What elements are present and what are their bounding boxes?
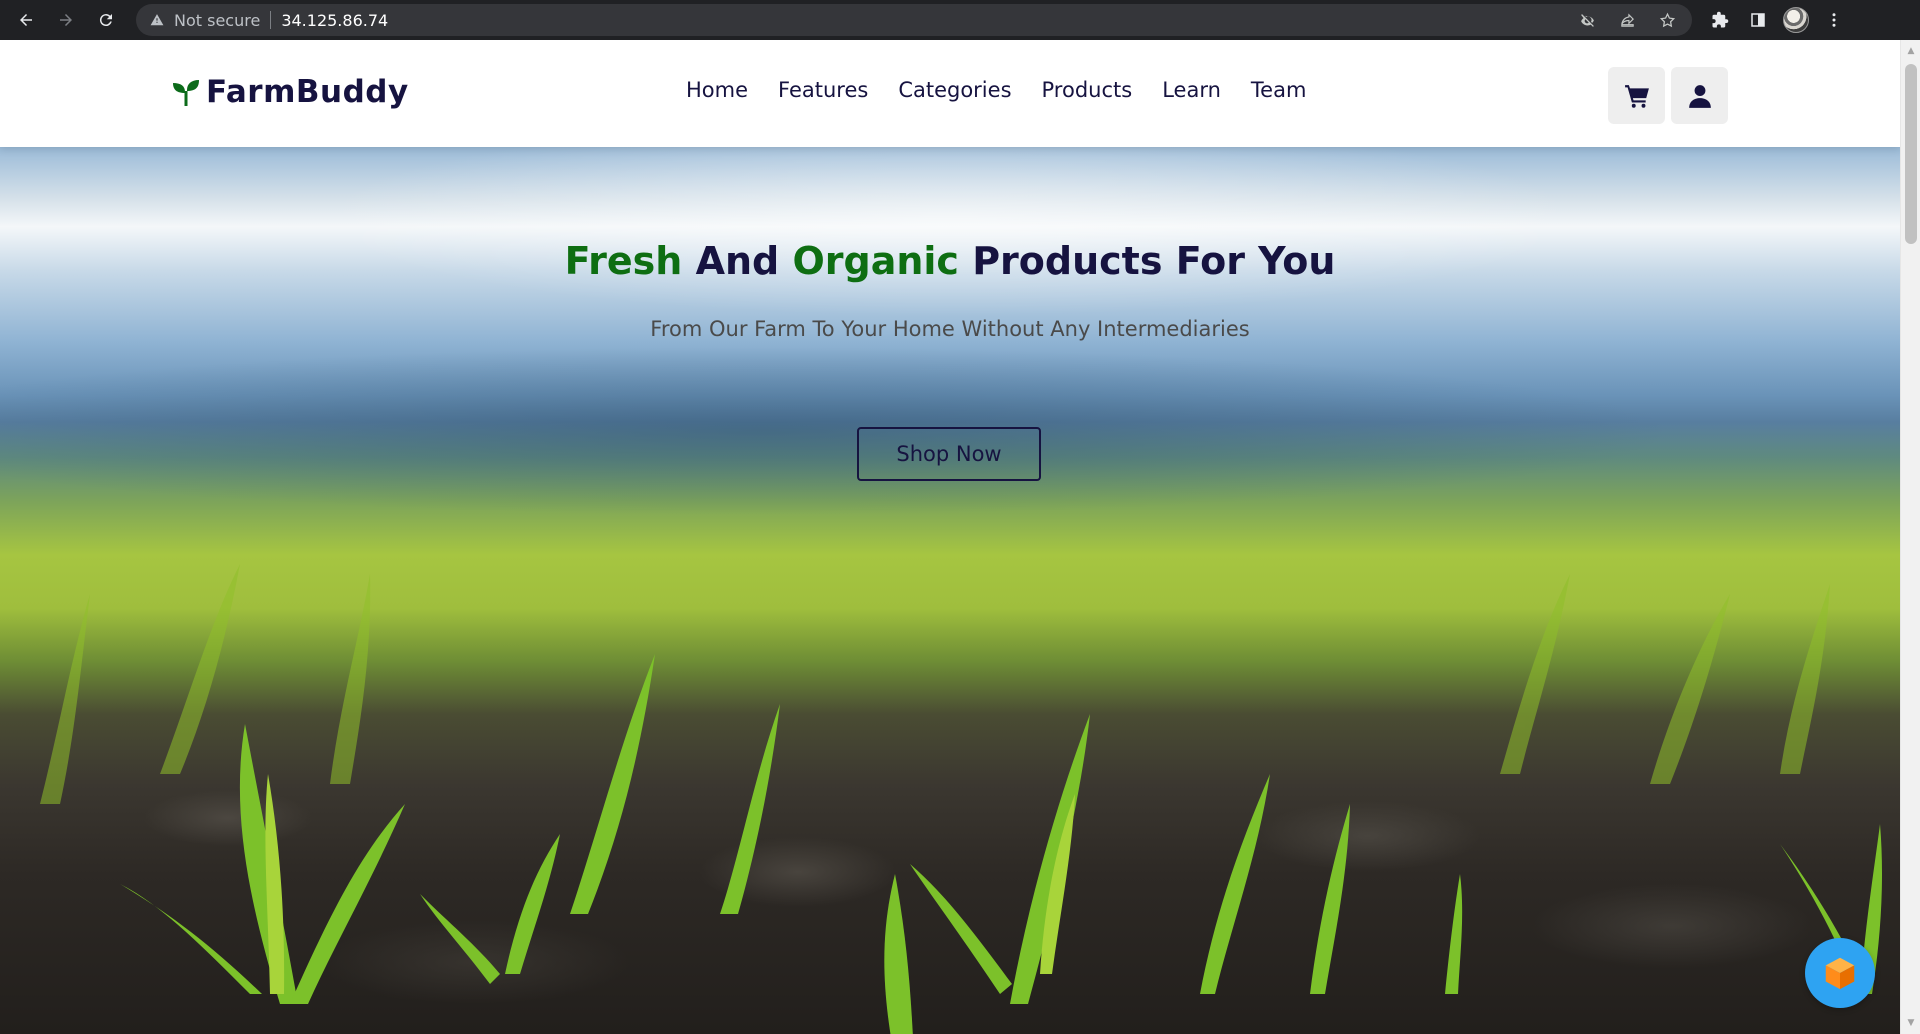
star-icon — [1659, 12, 1675, 27]
warning-icon — [150, 13, 164, 27]
bookmark-button[interactable] — [1652, 5, 1682, 35]
hero-title: Fresh And Organic Products For You — [0, 239, 1900, 283]
browser-toolbar: Not secure 34.125.86.74 — [0, 0, 1920, 40]
side-panel-button[interactable] — [1742, 4, 1774, 36]
reload-button[interactable] — [90, 4, 122, 36]
forward-arrow-icon — [60, 14, 72, 26]
nav-team[interactable]: Team — [1251, 78, 1307, 102]
nav-products[interactable]: Products — [1042, 78, 1133, 102]
account-button[interactable] — [1671, 67, 1728, 124]
share-button[interactable] — [1612, 5, 1642, 35]
scroll-up-arrow-icon[interactable]: ▲ — [1901, 42, 1920, 60]
page-scrollbar[interactable]: ▲ ▼ — [1900, 40, 1920, 1034]
shop-now-button[interactable]: Shop Now — [857, 427, 1041, 481]
nav-learn[interactable]: Learn — [1162, 78, 1221, 102]
chat-widget-button[interactable] — [1805, 938, 1875, 1008]
nav-home[interactable]: Home — [686, 78, 748, 102]
cart-icon — [1624, 84, 1649, 108]
share-icon — [1620, 12, 1634, 27]
header-actions — [1608, 67, 1728, 124]
address-separator — [270, 11, 272, 29]
tracking-protection-button[interactable] — [1572, 5, 1602, 35]
extensions-button[interactable] — [1704, 4, 1736, 36]
menu-button[interactable] — [1818, 4, 1850, 36]
puzzle-icon — [1712, 11, 1729, 28]
avatar — [1783, 7, 1809, 33]
scroll-thumb[interactable] — [1905, 64, 1917, 244]
logo-link[interactable]: FarmBuddy — [170, 74, 409, 110]
kebab-menu-icon — [1832, 13, 1836, 27]
cart-button[interactable] — [1608, 67, 1665, 124]
forward-button[interactable] — [50, 4, 82, 36]
user-icon — [1688, 84, 1711, 108]
sprout-icon — [173, 80, 199, 106]
nav-features[interactable]: Features — [778, 78, 868, 102]
hero-title-and: And — [695, 239, 780, 283]
security-label[interactable]: Not secure — [174, 11, 260, 30]
address-bar[interactable]: Not secure 34.125.86.74 — [136, 4, 1692, 36]
page-viewport: FarmBuddy Home Features Categories Produ… — [0, 40, 1900, 1034]
hero-sprouts-image — [40, 564, 1883, 1034]
profile-button[interactable] — [1780, 4, 1812, 36]
logo-text: FarmBuddy — [206, 74, 409, 110]
hero-title-fresh: Fresh — [564, 239, 683, 283]
back-button[interactable] — [10, 4, 42, 36]
hero-title-rest: Products For You — [972, 239, 1336, 283]
reload-icon — [99, 14, 112, 27]
nav-categories[interactable]: Categories — [898, 78, 1011, 102]
main-nav: Home Features Categories Products Learn … — [686, 78, 1306, 102]
eye-slash-icon — [1580, 13, 1594, 27]
site-header: FarmBuddy Home Features Categories Produ… — [0, 40, 1900, 147]
cube-icon — [1825, 957, 1855, 990]
hero-title-organic: Organic — [792, 239, 959, 283]
back-arrow-icon — [20, 14, 32, 26]
side-panel-icon — [1751, 13, 1765, 27]
hero-subtitle: From Our Farm To Your Home Without Any I… — [650, 317, 1250, 341]
hero-section: Fresh And Organic Products For You From … — [0, 147, 1900, 1034]
scroll-down-arrow-icon[interactable]: ▼ — [1901, 1014, 1920, 1032]
url-text[interactable]: 34.125.86.74 — [281, 11, 388, 30]
